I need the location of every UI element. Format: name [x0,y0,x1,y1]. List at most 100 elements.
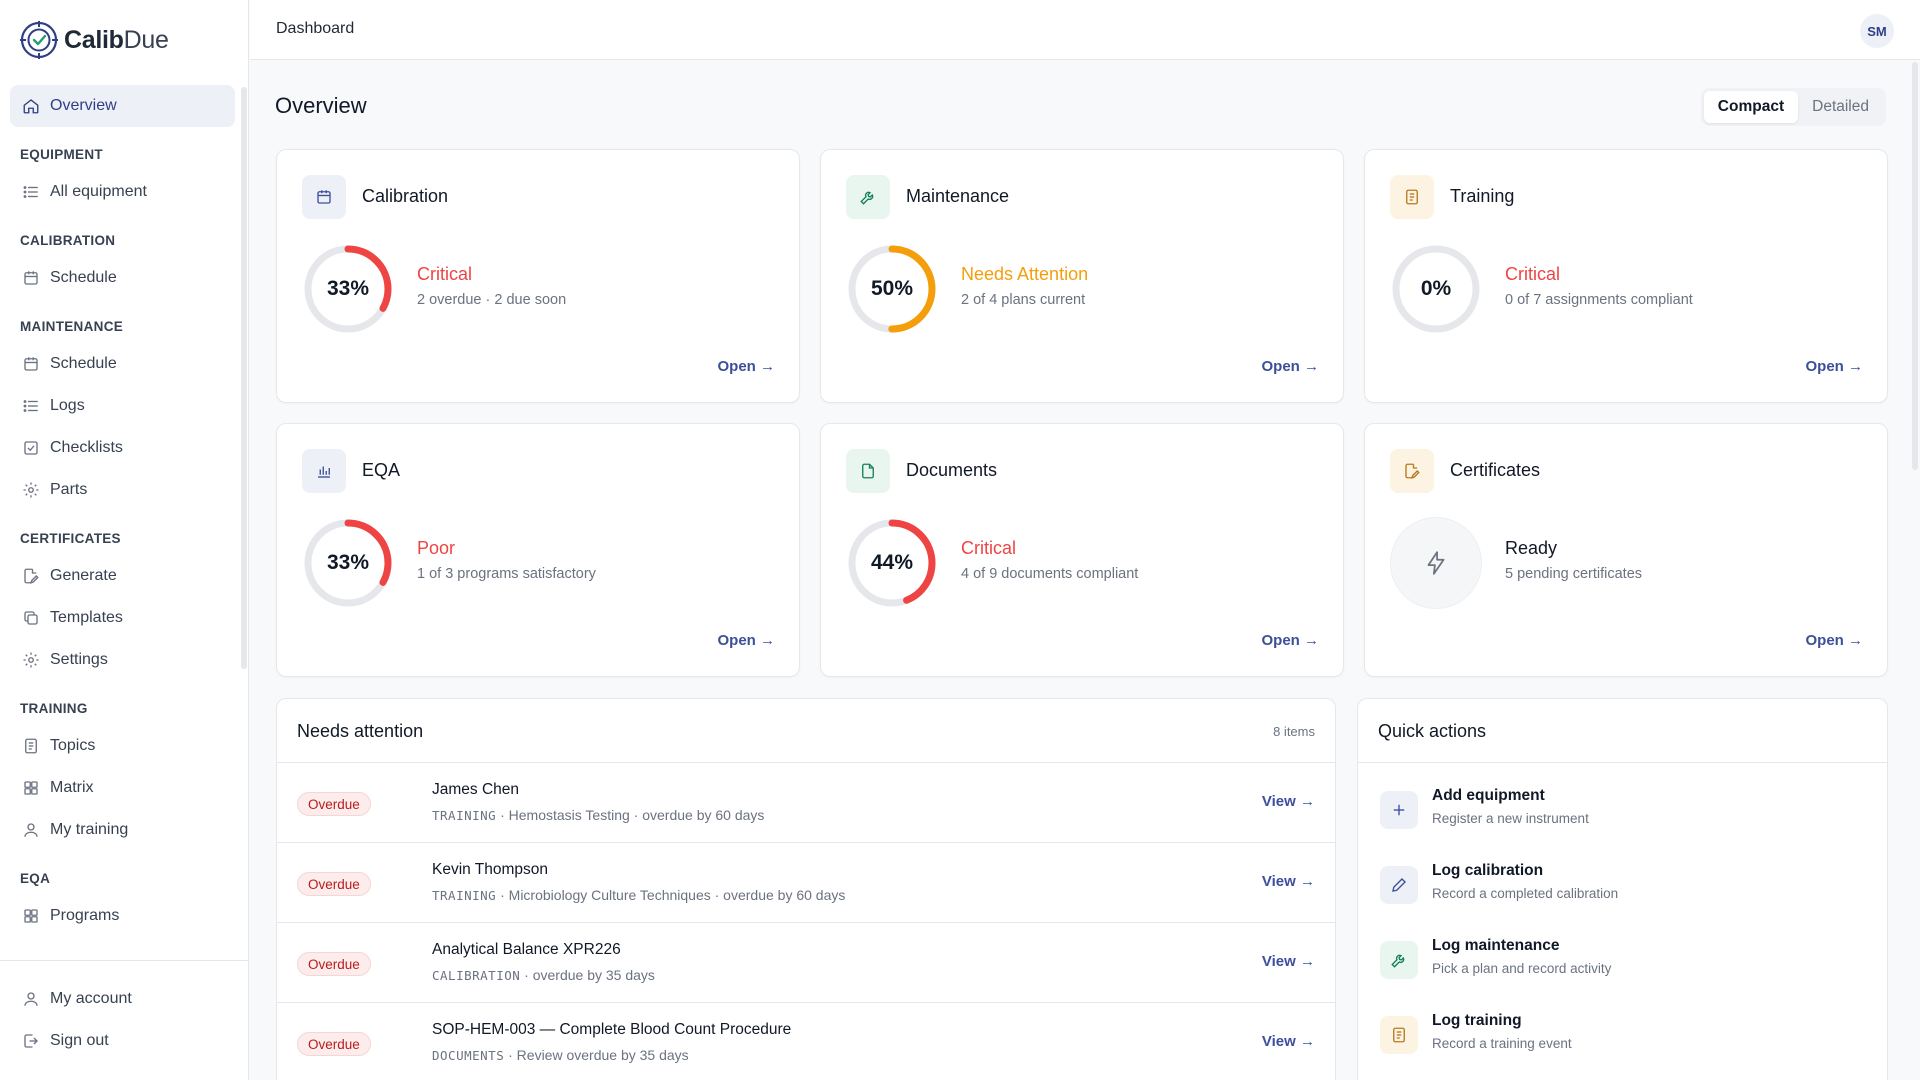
brand-name: CalibDue [64,25,169,54]
sidebar-item-settings[interactable]: Settings [10,639,235,681]
ready-indicator [1390,517,1482,609]
sidebar-item-topics[interactable]: Topics [10,725,235,767]
home-icon [23,99,39,114]
copy-icon [24,611,38,625]
avatar[interactable]: SM [1860,14,1894,48]
view-link[interactable]: View → [1262,953,1315,970]
card-title: EQA [362,460,401,480]
qa-subtitle: Record a completed calibration [1432,886,1619,901]
file-edit-icon [1405,463,1420,479]
table-row[interactable]: Overdue Kevin Thompson TRAINING · Microb… [277,843,1335,923]
row-meta: TRAINING · Microbiology Culture Techniqu… [432,887,845,903]
page-scrollbar[interactable] [1912,62,1918,470]
ring-percent: 33% [326,277,370,300]
quick-actions-panel: Quick actions Add equipment Register a n… [1357,698,1888,1080]
panel-title: Needs attention [297,721,424,741]
calendar-icon [24,271,38,285]
open-link[interactable]: Open → [1805,632,1863,649]
sidebar-item-my-account[interactable]: My account [10,978,235,1020]
view-mode-detailed[interactable]: Detailed [1798,91,1883,123]
row-meta: CALIBRATION · overdue by 35 days [432,967,655,983]
sidebar-item-maintenance-schedule[interactable]: Schedule [10,343,235,385]
sidebar-item-label: Overview [50,97,117,114]
card-icon-box [1390,449,1434,493]
file-edit-icon [24,568,39,584]
file-icon [862,463,874,479]
sidebar-item-label: All equipment [50,183,147,200]
gear-icon [23,652,39,668]
card-title: Training [1450,186,1515,206]
sidebar-item-calibration-schedule[interactable]: Schedule [10,257,235,299]
status-detail: 4 of 9 documents compliant [961,566,1139,582]
grid-icon [24,781,38,795]
gear-icon [23,482,39,498]
open-link[interactable]: Open → [1805,358,1863,375]
sidebar-item-generate[interactable]: Generate [10,555,235,597]
section-certificates: CERTIFICATES [20,531,121,546]
quick-action-log-maintenance[interactable]: Log maintenance Pick a plan and record a… [1380,933,1867,993]
qa-icon-box [1380,791,1418,829]
open-link[interactable]: Open → [717,632,775,649]
user-icon [24,823,38,837]
card-title: Documents [906,460,998,480]
quick-action-log-training[interactable]: Log training Record a training event [1380,1008,1867,1068]
status-badge: Overdue [297,1032,371,1056]
row-category: TRAINING [432,888,497,903]
section-eqa: EQA [20,871,51,886]
status-label: Critical [1505,264,1561,284]
calendar-icon [317,190,331,204]
bar-chart-icon [318,466,330,478]
qa-title: Log calibration [1432,862,1544,879]
quick-action-log-calibration[interactable]: Log calibration Record a completed calib… [1380,858,1867,918]
sidebar-item-label: Settings [50,651,108,668]
list-icon [23,400,38,412]
table-row[interactable]: Overdue James Chen TRAINING · Hemostasis… [277,763,1335,843]
row-detail: · Review overdue by 35 days [504,1047,689,1063]
sidebar-account: My account Sign out [0,960,249,1062]
document-icon [25,738,37,754]
view-link[interactable]: View → [1262,1033,1315,1050]
sidebar-item-templates[interactable]: Templates [10,597,235,639]
quick-action-add-equipment[interactable]: Add equipment Register a new instrument [1380,783,1867,843]
view-link[interactable]: View → [1262,873,1315,890]
sidebar-item-sign-out[interactable]: Sign out [10,1020,235,1062]
sidebar-item-matrix[interactable]: Matrix [10,767,235,809]
sidebar-item-all-equipment[interactable]: All equipment [10,171,235,213]
document-icon [1406,189,1418,205]
view-link[interactable]: View → [1262,793,1315,810]
sidebar-scrollbar[interactable] [241,87,247,669]
sidebar-item-programs[interactable]: Programs [10,895,235,937]
view-mode-compact[interactable]: Compact [1703,91,1799,123]
qa-icon-box [1380,941,1418,979]
card-title: Maintenance [906,186,1010,206]
open-link[interactable]: Open → [1261,632,1319,649]
ring-percent: 0% [1420,277,1452,300]
sidebar-nav: Overview EQUIPMENT All equipment CALIBRA… [0,80,249,960]
sidebar-item-logs[interactable]: Logs [10,385,235,427]
sidebar-item-label: Matrix [50,779,94,796]
table-row[interactable]: Overdue Analytical Balance XPR226 CALIBR… [277,923,1335,1003]
section-calibration: CALIBRATION [20,233,116,248]
training-card: Training 0% Critical 0 of 7 assignments … [1364,149,1888,403]
pencil-icon [1392,878,1406,892]
sidebar-item-overview[interactable]: Overview [10,85,235,127]
user-icon [24,992,38,1006]
section-equipment: EQUIPMENT [20,147,103,162]
table-row[interactable]: Overdue SOP-HEM-003 — Complete Blood Cou… [277,1003,1335,1080]
sidebar-item-parts[interactable]: Parts [10,469,235,511]
sidebar-item-checklists[interactable]: Checklists [10,427,235,469]
row-title: Analytical Balance XPR226 [432,941,621,958]
open-link[interactable]: Open → [717,358,775,375]
sidebar-item-label: My training [50,821,129,838]
row-meta: DOCUMENTS · Review overdue by 35 days [432,1047,689,1063]
item-count: 8 items [1273,724,1315,739]
row-title: Kevin Thompson [432,861,549,878]
brand-logo[interactable]: CalibDue [20,20,169,60]
open-link[interactable]: Open → [1261,358,1319,375]
progress-ring: 33% [302,517,394,609]
status-label: Needs Attention [961,264,1089,284]
qa-subtitle: Register a new instrument [1432,811,1589,826]
sidebar-item-my-training[interactable]: My training [10,809,235,851]
ring-percent: 50% [870,277,914,300]
sidebar-item-label: Programs [50,907,120,924]
